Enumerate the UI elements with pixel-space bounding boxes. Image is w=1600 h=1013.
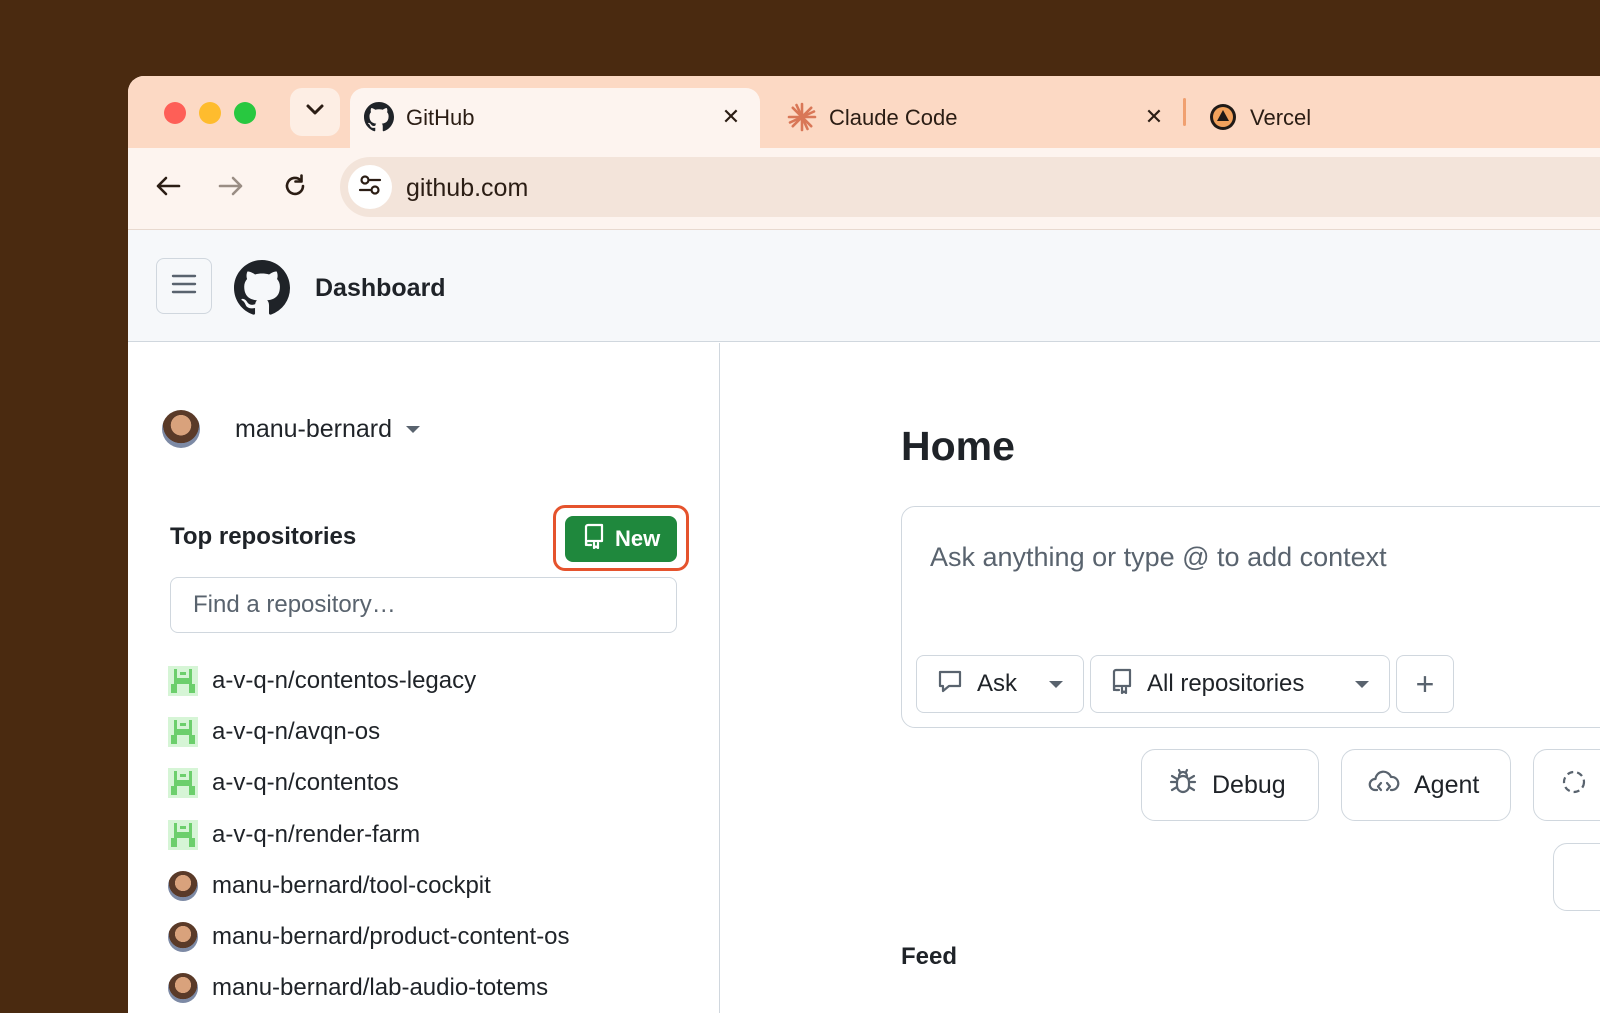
org-invader-icon [168, 819, 198, 850]
caret-down-icon [406, 425, 421, 433]
list-item[interactable]: a-v-q-n/render-farm [168, 809, 688, 860]
vercel-icon [1208, 102, 1238, 132]
maximize-window-button[interactable] [234, 102, 256, 124]
tab-search-button[interactable] [290, 88, 340, 136]
github-icon [364, 102, 394, 132]
context-username: manu-bernard [235, 414, 393, 443]
bug-icon [1168, 767, 1198, 804]
tab-vercel[interactable]: Vercel [1194, 88, 1600, 148]
repo-link[interactable]: a-v-q-n/avqn-os [212, 718, 380, 746]
list-item[interactable]: manu-bernard/tool-cockpit [168, 860, 688, 911]
forward-button[interactable] [213, 170, 249, 206]
list-item[interactable]: manu-bernard/product-content-os [168, 911, 688, 962]
repo-icon [1111, 668, 1133, 701]
repo-icon [583, 523, 605, 555]
org-invader-icon [168, 768, 198, 799]
repo-link[interactable]: a-v-q-n/contentos [212, 769, 399, 797]
hamburger-icon [171, 273, 197, 300]
tab-github[interactable]: GitHub ✕ [350, 88, 760, 148]
arrow-left-icon [155, 175, 181, 202]
debug-label: Debug [1212, 770, 1286, 799]
repo-link[interactable]: a-v-q-n/contentos-legacy [212, 667, 476, 695]
context-switcher[interactable]: manu-bernard [162, 409, 421, 449]
tab-separator [1183, 98, 1186, 126]
dashboard-sidebar: manu-bernard Top repositories New a-v-q-… [128, 343, 720, 1013]
tab-claude-code[interactable]: Claude Code ✕ [773, 88, 1183, 148]
open-menu-button[interactable] [156, 258, 212, 314]
repository-scope-button[interactable]: All repositories [1090, 655, 1390, 713]
github-logo-icon[interactable] [234, 260, 290, 316]
avatar [162, 410, 200, 448]
org-invader-icon [168, 716, 198, 747]
back-button[interactable] [150, 170, 186, 206]
caret-down-icon [1355, 680, 1369, 688]
repo-link[interactable]: manu-bernard/product-content-os [212, 923, 570, 951]
page-context-title[interactable]: Dashboard [315, 274, 446, 303]
agent-label: Agent [1414, 770, 1480, 799]
repo-link[interactable]: manu-bernard/lab-audio-totems [212, 974, 548, 1002]
arrow-right-icon [218, 175, 244, 202]
cloud-agent-icon [1368, 768, 1400, 803]
action-icon [1560, 768, 1588, 803]
close-tab-icon[interactable]: ✕ [1139, 102, 1169, 132]
address-bar[interactable]: github.com [340, 157, 1600, 217]
scope-label: All repositories [1147, 670, 1305, 697]
org-invader-icon [168, 665, 198, 696]
find-repository-input[interactable] [170, 577, 677, 633]
dashboard-main: Home Ask All repositories + [721, 343, 1600, 1013]
caret-down-icon [1049, 680, 1063, 688]
repo-link[interactable]: a-v-q-n/render-farm [212, 821, 420, 849]
debug-action-button[interactable]: Debug [1141, 749, 1319, 821]
new-button-label: New [615, 526, 661, 551]
repo-link[interactable]: manu-bernard/tool-cockpit [212, 872, 491, 900]
close-tab-icon[interactable]: ✕ [716, 102, 746, 132]
comment-icon [937, 668, 963, 701]
claude-icon [787, 102, 817, 132]
repository-list: a-v-q-n/contentos-legacy a-v-q-n/avqn-os… [168, 655, 688, 1013]
url-text: github.com [406, 174, 529, 202]
github-header: Dashboard [128, 230, 1600, 342]
user-avatar [168, 922, 198, 953]
list-item[interactable]: manu-bernard/lab-audio-totems [168, 963, 688, 1013]
copilot-prompt-input[interactable] [930, 537, 1550, 577]
tab-title: Vercel [1250, 105, 1312, 130]
copilot-chat-box: Ask All repositories + [901, 506, 1600, 728]
site-settings-button[interactable] [348, 165, 392, 209]
browser-toolbar: github.com [128, 148, 1600, 230]
list-item[interactable]: a-v-q-n/contentos [168, 758, 688, 809]
page-title: Home [901, 423, 1015, 469]
tab-title: GitHub [406, 105, 475, 130]
plus-icon: + [1415, 665, 1435, 702]
reload-icon [282, 173, 308, 204]
agent-action-button[interactable]: Agent [1341, 749, 1511, 821]
reload-button[interactable] [277, 170, 313, 206]
tab-title: Claude Code [829, 105, 958, 130]
new-repository-button[interactable]: New [565, 516, 677, 562]
user-avatar [168, 870, 198, 901]
top-repositories-heading: Top repositories [170, 523, 357, 550]
action-button-partial[interactable] [1553, 843, 1600, 911]
tune-icon [357, 172, 383, 203]
minimize-window-button[interactable] [199, 102, 221, 124]
more-actions-button[interactable] [1533, 749, 1600, 821]
user-avatar [168, 973, 198, 1004]
browser-window: GitHub ✕ Claude Code ✕ Vercel github.com… [128, 76, 1600, 1013]
feed-heading: Feed [901, 943, 958, 970]
list-item[interactable]: a-v-q-n/avqn-os [168, 706, 688, 757]
close-window-button[interactable] [164, 102, 186, 124]
mode-label: Ask [977, 670, 1018, 697]
list-item[interactable]: a-v-q-n/contentos-legacy [168, 655, 688, 706]
tab-bar: GitHub ✕ Claude Code ✕ Vercel [128, 76, 1600, 148]
add-context-button[interactable]: + [1396, 655, 1454, 713]
chevron-down-icon [305, 103, 325, 122]
mode-select-button[interactable]: Ask [916, 655, 1084, 713]
